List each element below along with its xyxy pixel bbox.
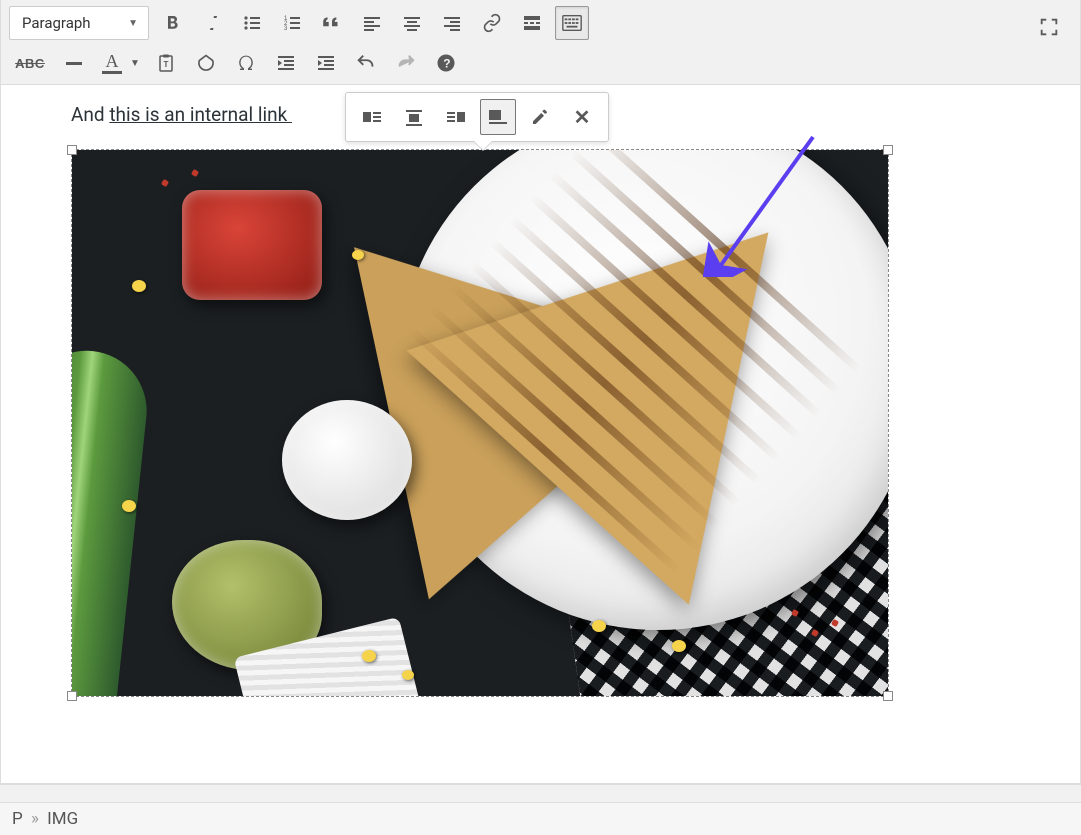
outdent-icon <box>276 53 296 73</box>
element-path-bar: P » IMG <box>0 802 1081 835</box>
img-align-center-button[interactable] <box>396 99 432 135</box>
fullscreen-icon <box>1038 16 1060 38</box>
selected-image[interactable] <box>71 149 889 697</box>
align-center-icon <box>402 13 422 33</box>
insert-link-button[interactable] <box>475 6 509 40</box>
svg-text:T: T <box>164 60 169 69</box>
fullscreen-button[interactable] <box>1032 10 1066 44</box>
resize-handle-bottom-right[interactable] <box>883 691 893 701</box>
bold-icon <box>162 13 182 33</box>
blockquote-icon <box>321 12 343 34</box>
paragraph-before: And <box>71 103 109 126</box>
path-p[interactable]: P <box>12 809 23 829</box>
outdent-button[interactable] <box>269 46 303 80</box>
redo-icon <box>395 52 417 74</box>
image-inline-toolbar: ✕ <box>345 92 609 142</box>
close-icon: ✕ <box>574 105 591 129</box>
text-color-button[interactable]: A <box>97 46 127 80</box>
toolbar-toggle-button[interactable] <box>555 6 589 40</box>
resize-handle-top-right[interactable] <box>883 145 893 155</box>
strikethrough-icon: ABC <box>15 56 45 71</box>
omega-icon <box>236 53 256 73</box>
img-align-left-icon <box>361 106 383 128</box>
help-button[interactable]: ? <box>429 46 463 80</box>
undo-button[interactable] <box>349 46 383 80</box>
numbered-list-icon: 123 <box>282 13 302 33</box>
italic-button[interactable] <box>195 6 229 40</box>
image-content <box>72 150 888 696</box>
numbered-list-button[interactable]: 123 <box>275 6 309 40</box>
text-color-dropdown[interactable]: ▼ <box>127 46 143 80</box>
img-align-right-icon <box>445 106 467 128</box>
align-right-icon <box>442 13 462 33</box>
indent-icon <box>316 53 336 73</box>
read-more-button[interactable] <box>515 6 549 40</box>
align-left-button[interactable] <box>355 6 389 40</box>
resize-handle-top-left[interactable] <box>67 145 77 155</box>
bold-button[interactable] <box>155 6 189 40</box>
read-more-icon <box>522 13 542 33</box>
img-align-right-button[interactable] <box>438 99 474 135</box>
blockquote-button[interactable] <box>315 6 349 40</box>
indent-button[interactable] <box>309 46 343 80</box>
img-align-center-icon <box>403 106 425 128</box>
path-img[interactable]: IMG <box>47 809 78 829</box>
link-icon <box>482 13 502 33</box>
strikethrough-button[interactable]: ABC <box>9 46 51 80</box>
block-format-select[interactable]: Paragraph <box>9 6 149 40</box>
bulleted-list-button[interactable] <box>235 6 269 40</box>
align-center-button[interactable] <box>395 6 429 40</box>
path-separator: » <box>31 809 39 829</box>
editor-content[interactable]: And this is an internal link e. ✕ <box>1 84 1080 784</box>
img-remove-button[interactable]: ✕ <box>564 99 600 135</box>
svg-text:3: 3 <box>284 26 288 32</box>
resize-handle-bottom-left[interactable] <box>67 691 77 701</box>
img-align-none-button[interactable] <box>480 99 516 135</box>
help-icon: ? <box>436 53 456 73</box>
paste-text-button[interactable]: T <box>149 46 183 80</box>
clear-formatting-button[interactable] <box>189 46 223 80</box>
align-left-icon <box>362 13 382 33</box>
redo-button[interactable] <box>389 46 423 80</box>
italic-icon <box>202 13 222 33</box>
horizontal-rule-button[interactable] <box>57 46 91 80</box>
clear-formatting-icon <box>196 53 216 73</box>
paste-text-icon: T <box>156 53 176 73</box>
img-edit-button[interactable] <box>522 99 558 135</box>
internal-link[interactable]: this is an internal link <box>109 103 292 126</box>
undo-icon <box>355 52 377 74</box>
hr-icon <box>64 53 84 73</box>
block-format-value: Paragraph <box>22 14 91 32</box>
align-right-button[interactable] <box>435 6 469 40</box>
img-align-left-button[interactable] <box>354 99 390 135</box>
text-color-icon: A <box>106 52 119 70</box>
img-align-none-icon <box>487 106 509 128</box>
svg-text:?: ? <box>443 57 450 71</box>
toolbar-toggle-icon <box>561 12 583 34</box>
special-character-button[interactable] <box>229 46 263 80</box>
bulleted-list-icon <box>242 13 262 33</box>
pencil-icon <box>530 107 550 127</box>
